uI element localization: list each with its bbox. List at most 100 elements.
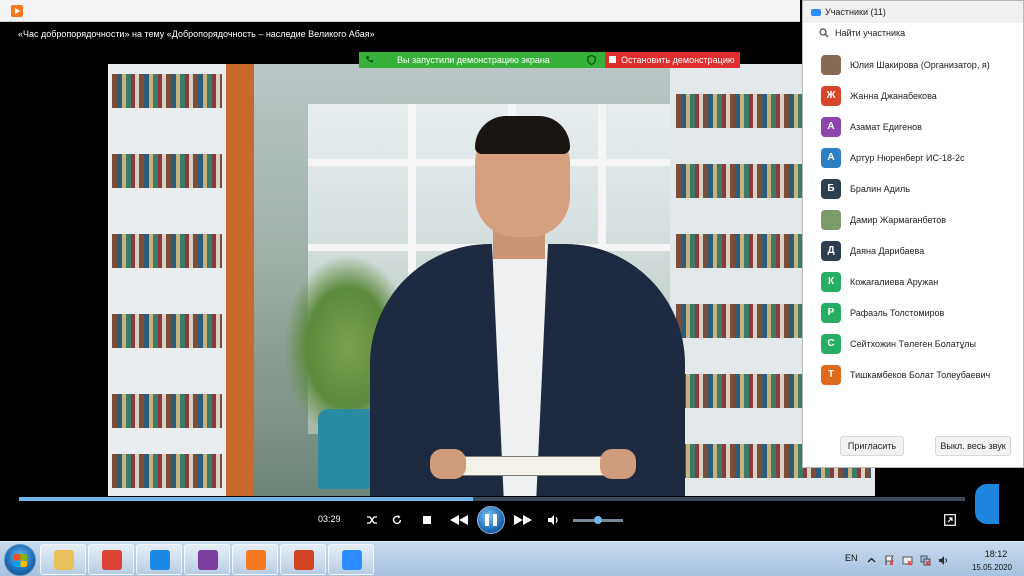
pause-icon-bar [493, 514, 497, 526]
previous-button[interactable] [446, 512, 472, 528]
participant-name: Кожагалиева Аружан [850, 277, 939, 287]
avatar: А [821, 148, 841, 168]
zoom-icon [342, 550, 362, 570]
avatar [821, 55, 841, 75]
stop-share-button[interactable]: Остановить демонстрацию [605, 52, 740, 68]
volume-slider-knob[interactable] [594, 516, 602, 524]
bookshelf-left [108, 64, 228, 496]
pause-icon-bar [485, 514, 489, 526]
internet-explorer-icon [150, 550, 170, 570]
stop-playback-button[interactable] [420, 513, 434, 527]
mute-all-button[interactable]: Выкл. весь звук [935, 436, 1011, 456]
language-indicator[interactable]: EN [845, 553, 858, 563]
screen-share-banner: Вы запустили демонстрацию экрана [359, 52, 605, 68]
participant-row[interactable]: К Кожагалиева Аружан [821, 272, 1021, 292]
participant-name: Рафаэль Толстомиров [850, 308, 945, 318]
books-row [112, 234, 222, 268]
taskbar-button[interactable] [232, 544, 278, 575]
taskbar-button[interactable] [40, 544, 86, 575]
books-row [112, 394, 222, 428]
participant-name: Артур Нюренберг ИС-18-2с [850, 153, 965, 163]
show-hidden-icons-icon[interactable] [866, 553, 877, 564]
avatar: Д [821, 241, 841, 261]
taskbar-button[interactable] [184, 544, 230, 575]
taskbar-button[interactable] [328, 544, 374, 575]
participants-title: Участники (11) [825, 7, 886, 17]
network-icon[interactable] [920, 553, 931, 566]
video-frame[interactable] [108, 64, 875, 496]
participant-row[interactable]: Ж Жанна Джанабекова [821, 86, 1021, 106]
next-button[interactable] [510, 512, 536, 528]
flag-icon[interactable] [884, 553, 895, 566]
avatar: С [821, 334, 841, 354]
participants-header[interactable]: Участники (11) [803, 1, 1023, 23]
stop-icon [609, 56, 616, 63]
fast-forward-icon [514, 515, 532, 525]
shuffle-icon[interactable] [364, 512, 380, 528]
participant-row[interactable]: Юлия Шакирова (Организатор, я) [821, 55, 1021, 75]
speaker-icon[interactable] [938, 553, 949, 565]
clock-time[interactable]: 18:12 [976, 549, 1016, 559]
avatar: А [821, 117, 841, 137]
seek-bar[interactable] [19, 497, 965, 501]
rewind-icon [450, 515, 468, 525]
zoom-icon [811, 9, 821, 16]
share-status-text: Вы запустили демонстрацию экрана [397, 55, 550, 65]
search-icon [819, 28, 829, 38]
participant-name: Юлия Шакирова (Организатор, я) [850, 60, 990, 70]
stop-share-label: Остановить демонстрацию [621, 55, 735, 65]
participant-row[interactable]: Т Тишкамбеков Болат Толеубаевич [821, 365, 1021, 385]
taskbar-button[interactable] [136, 544, 182, 575]
participant-row[interactable]: А Азамат Едигенов [821, 117, 1021, 137]
search-placeholder: Найти участника [835, 28, 906, 38]
taskbar-button[interactable] [88, 544, 134, 575]
pause-button[interactable] [477, 506, 505, 534]
save-disk-icon [198, 550, 218, 570]
participant-name: Дамир Жармаганбетов [850, 215, 947, 225]
books-row [112, 74, 222, 108]
repeat-icon[interactable] [389, 512, 405, 528]
participant-row[interactable]: Б Бралин Адиль [821, 179, 1021, 199]
invite-button[interactable]: Пригласить [840, 436, 904, 456]
player-titlebar[interactable] [0, 0, 800, 22]
books-row [112, 314, 222, 348]
start-button[interactable] [4, 544, 36, 576]
stop-playback-icon [423, 516, 431, 524]
desktop-background-shape [975, 484, 999, 524]
participant-name: Азамат Едигенов [850, 122, 922, 132]
media-player-icon [246, 550, 266, 570]
clock-date[interactable]: 15.05.2020 [962, 563, 1022, 572]
participant-row[interactable]: Р Рафаэль Толстомиров [821, 303, 1021, 323]
open-book [440, 456, 620, 476]
avatar: Т [821, 365, 841, 385]
avatar: Р [821, 303, 841, 323]
presenter-hand [430, 449, 466, 479]
avatar: К [821, 272, 841, 292]
taskbar-button[interactable] [280, 544, 326, 575]
video-device-icon[interactable] [902, 553, 913, 566]
chrome-icon [102, 550, 122, 570]
participant-name: Тишкамбеков Болат Толеубаевич [850, 370, 991, 380]
participant-name: Сейтхожин Төлеген Болатұлы [850, 339, 976, 349]
participant-name: Жанна Джанабекова [850, 91, 937, 101]
participants-panel: Участники (11) Найти участника Юлия Шаки… [802, 0, 1024, 468]
volume-icon[interactable] [546, 513, 562, 527]
participant-row[interactable]: С Сейтхожин Төлеген Болатұлы [821, 334, 1021, 354]
books-row [112, 154, 222, 188]
avatar [821, 210, 841, 230]
participant-row[interactable]: А Артур Нюренберг ИС-18-2с [821, 148, 1021, 168]
presenter-hand [600, 449, 636, 479]
file-explorer-icon [54, 550, 74, 570]
avatar: Ж [821, 86, 841, 106]
books-row [112, 454, 222, 488]
presenter-hair [475, 116, 570, 154]
participant-name: Даяна Дарибаева [850, 246, 925, 256]
participant-row[interactable]: Д Даяна Дарибаева [821, 241, 1021, 261]
orange-wall [226, 64, 254, 496]
shield-icon[interactable] [587, 55, 596, 65]
media-player-app-icon [11, 5, 23, 17]
participant-name: Бралин Адиль [850, 184, 910, 194]
participant-search-input[interactable]: Найти участника [813, 25, 1013, 43]
participant-row[interactable]: Дамир Жармаганбетов [821, 210, 1021, 230]
switch-to-library-icon[interactable] [942, 513, 958, 527]
